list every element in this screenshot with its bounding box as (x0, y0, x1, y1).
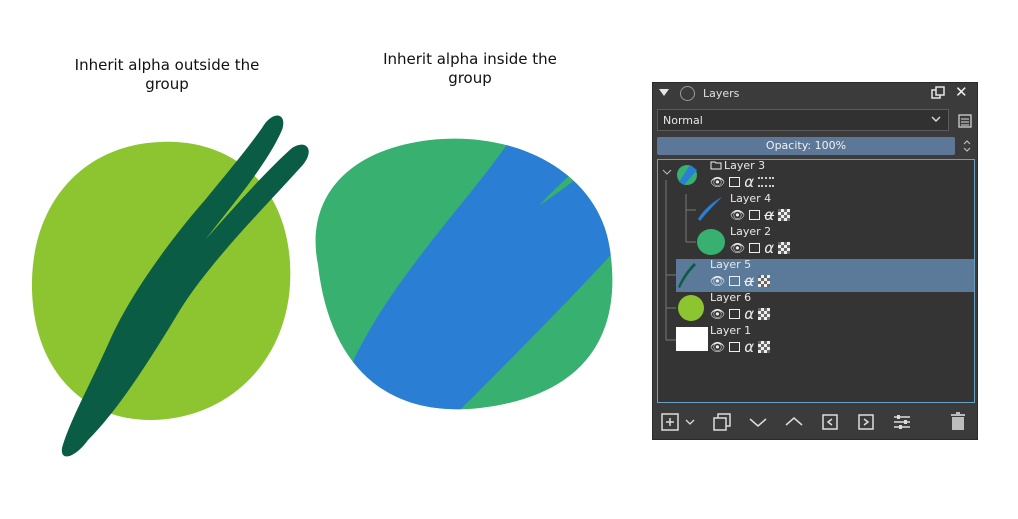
right-group-circle (315, 138, 613, 410)
eye-icon[interactable]: 👁 (730, 208, 745, 222)
docker-titlebar: Layers ✕ (653, 83, 977, 105)
add-layer-menu-chevron-icon[interactable] (683, 411, 697, 433)
alpha-disabled-icon[interactable]: α (744, 272, 754, 290)
layer-row[interactable]: Layer 2 👁 α (658, 225, 974, 259)
blend-mode-select[interactable]: Normal (657, 109, 949, 131)
layers-docker: Layers ✕ Normal Opacity: 100% Layer 3 👁 … (652, 82, 978, 440)
checker-icon[interactable] (758, 308, 771, 320)
lock-icon[interactable] (729, 177, 741, 187)
blue-stroke-thumb (698, 197, 722, 221)
lock-icon[interactable] (749, 243, 761, 253)
eye-icon[interactable]: 👁 (730, 241, 745, 255)
lock-icon[interactable] (749, 210, 761, 220)
layer-props: 👁 α (730, 206, 791, 224)
checker-icon[interactable] (778, 209, 791, 221)
layer-name: Layer 3 (724, 159, 766, 172)
close-icon[interactable]: ✕ (955, 84, 969, 100)
layer-name: Layer 6 (710, 291, 752, 304)
layer-props: 👁 α (710, 173, 775, 191)
lock-icon[interactable] (729, 276, 741, 286)
layer-props: 👁 α (710, 338, 771, 356)
alpha-disabled-icon[interactable]: α (764, 206, 774, 224)
layer-row-selected[interactable]: Layer 5 👁 α (676, 258, 974, 292)
checker-icon[interactable] (758, 341, 771, 353)
eye-icon[interactable]: 👁 (710, 307, 725, 321)
checker-icon[interactable] (758, 275, 771, 287)
folder-icon (710, 161, 722, 170)
layer-name: Layer 4 (730, 192, 772, 205)
layer-props: 👁 α (710, 272, 771, 290)
float-window-icon[interactable] (931, 86, 945, 100)
layer-name: Layer 2 (730, 225, 772, 238)
layer-name: Layer 1 (710, 324, 752, 337)
alpha-icon[interactable]: α (744, 305, 754, 323)
illustrations (31, 115, 613, 457)
white-thumb (676, 327, 708, 351)
alpha-icon[interactable]: α (744, 338, 754, 356)
layer-list[interactable]: Layer 3 👁 α Layer 4 👁 α Layer 2 👁 α Laye… (657, 159, 975, 403)
eye-icon[interactable]: 👁 (710, 274, 725, 288)
checker-icon[interactable] (778, 242, 791, 254)
layer-row[interactable]: Layer 6 👁 α (658, 291, 974, 325)
eye-icon[interactable]: 👁 (710, 175, 725, 189)
layer-props: 👁 α (730, 239, 791, 257)
layer-options-icon[interactable] (957, 113, 973, 129)
lock-icon[interactable] (729, 342, 741, 352)
layer-props: 👁 α (710, 305, 771, 323)
add-layer-icon[interactable] (659, 411, 681, 433)
lock-icon[interactable] (729, 309, 741, 319)
collapse-triangle-icon[interactable] (659, 89, 669, 96)
layer-toolbar (653, 407, 977, 437)
remove-from-group-icon[interactable] (819, 411, 841, 433)
green-blob-thumb (697, 229, 725, 255)
opacity-slider[interactable]: Opacity: 100% (657, 137, 955, 155)
layer-row[interactable]: Layer 3 👁 α (658, 160, 974, 193)
opacity-spin-icon[interactable] (961, 137, 973, 155)
alpha-icon[interactable]: α (764, 239, 774, 257)
alpha-icon[interactable]: α (744, 173, 754, 191)
eye-icon[interactable]: 👁 (710, 340, 725, 354)
docker-title: Layers (703, 87, 740, 100)
chevron-down-icon (931, 116, 941, 122)
dark-stroke-thumb (678, 263, 696, 288)
blend-mode-value: Normal (663, 114, 703, 127)
lime-circle-thumb (678, 295, 704, 321)
move-down-icon[interactable] (747, 411, 769, 433)
lock-docker-icon[interactable] (680, 86, 695, 101)
layer-row[interactable]: Layer 1 👁 α (658, 324, 974, 358)
delete-layer-icon[interactable] (947, 411, 969, 433)
group-thumb (677, 165, 697, 185)
move-up-icon[interactable] (783, 411, 805, 433)
add-to-group-icon[interactable] (855, 411, 877, 433)
layer-name: Layer 5 (710, 258, 752, 271)
duplicate-layer-icon[interactable] (711, 411, 733, 433)
layer-properties-icon[interactable] (891, 411, 913, 433)
passthrough-icon[interactable] (758, 177, 775, 187)
layer-row[interactable]: Layer 4 👁 α (658, 192, 974, 226)
